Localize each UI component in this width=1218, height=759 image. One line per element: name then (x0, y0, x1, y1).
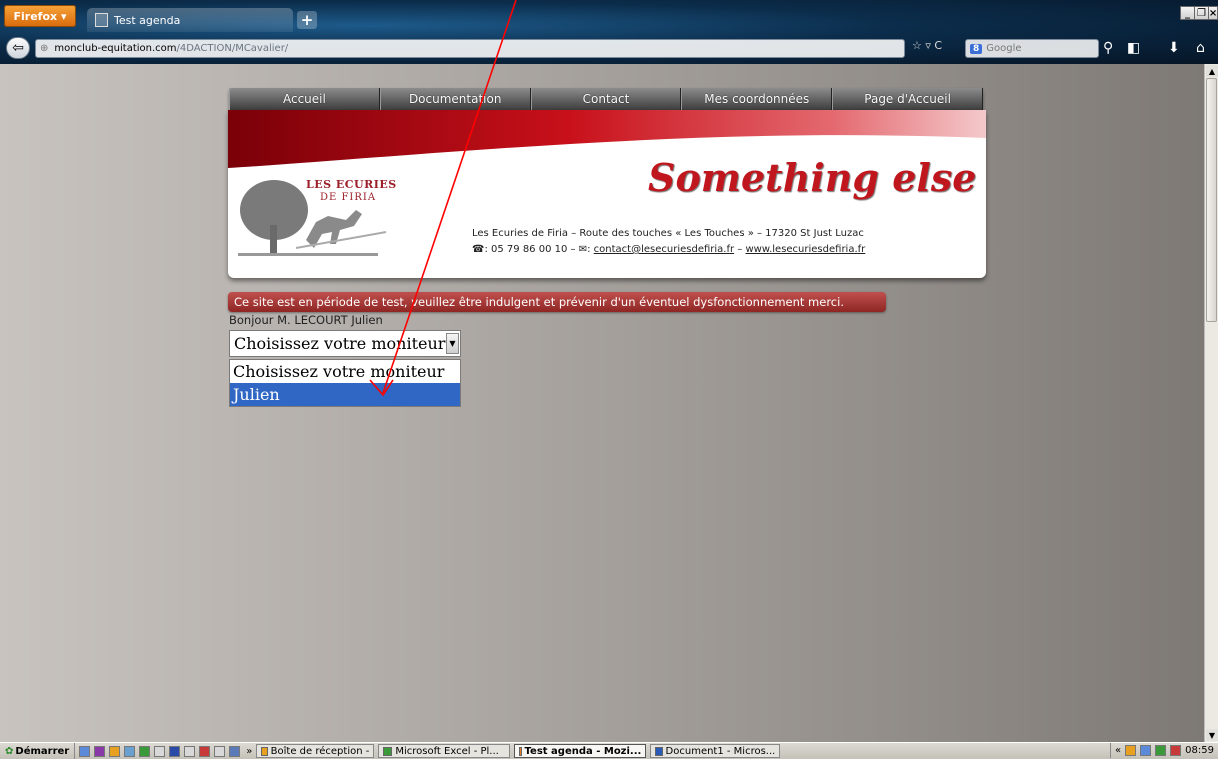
new-tab-button[interactable]: + (297, 11, 317, 29)
windows-logo-icon: ✿ (5, 745, 14, 757)
identity-icon[interactable]: ⊕ (40, 43, 48, 54)
address-line: Les Ecuries de Firia – Route des touches… (472, 228, 864, 239)
slogan: Something else (648, 155, 977, 200)
quicklaunch-app2-icon[interactable] (154, 745, 166, 757)
task-outlook[interactable]: Boîte de réception - (256, 744, 375, 758)
start-button[interactable]: ✿ Démarrer (0, 743, 76, 759)
dropdown-arrow-icon[interactable]: ▼ (446, 333, 459, 354)
quicklaunch-onenote-icon[interactable] (94, 745, 106, 757)
quicklaunch-excel-icon[interactable] (139, 745, 151, 757)
navigation-toolbar: ⇦ ⊕ monclub-equitation.com/4DACTION/MCav… (0, 34, 1218, 62)
download-icon[interactable]: ⬇ (1168, 40, 1180, 56)
nav-item-mes-coordonnees[interactable]: Mes coordonnées (681, 88, 833, 110)
tray-network-icon[interactable] (1140, 745, 1152, 756)
outlook-icon (261, 746, 268, 756)
firefox-icon (519, 746, 522, 756)
start-label: Démarrer (15, 745, 70, 757)
nav-item-contact[interactable]: Contact (530, 88, 682, 110)
url-path: /4DACTION/MCavalier/ (176, 43, 289, 54)
task-word[interactable]: Document1 - Micros... (650, 744, 781, 758)
quicklaunch-ie-icon[interactable] (79, 745, 91, 757)
moniteur-select[interactable]: Choisissez votre moniteur ▼ (229, 330, 461, 357)
mail-icon: ✉ (578, 244, 588, 255)
search-box[interactable]: 8 Google (965, 39, 1099, 58)
excel-icon (383, 746, 393, 756)
email-link[interactable]: contact@lesecuriesdefiria.fr (594, 244, 734, 255)
home-icon[interactable]: ⌂ (1196, 40, 1205, 56)
google-icon: 8 (970, 43, 983, 54)
back-arrow-icon[interactable]: ⇦ (6, 37, 30, 59)
nav-item-documentation[interactable]: Documentation (379, 88, 531, 110)
task-label: Document1 - Micros... (665, 745, 776, 757)
tray-security-icon[interactable] (1170, 745, 1182, 756)
firefox-menu-button[interactable]: Firefox ▾ (4, 5, 76, 27)
browser-chrome: Firefox ▾ Test agenda + _ ❐ × ⇦ ⊕ monclu… (0, 0, 1218, 64)
contact-line: ☎: 05 79 86 00 10 – ✉: contact@lesecurie… (472, 244, 866, 255)
task-excel[interactable]: Microsoft Excel - Pl... (378, 744, 511, 758)
website-link[interactable]: www.lesecuriesdefiria.fr (745, 244, 865, 255)
greeting-text: Bonjour M. LECOURT Julien (229, 313, 383, 327)
url-text: monclub-equitation.com/4DACTION/MCavalie… (54, 43, 288, 54)
moniteur-options-list: Choisissez votre moniteur Julien (229, 359, 461, 407)
quicklaunch-outlook-icon[interactable] (109, 745, 121, 757)
tray-app-icon[interactable] (1125, 745, 1137, 756)
search-magnifier-icon[interactable]: ⚲ (1103, 40, 1113, 56)
taskbar-overflow[interactable]: » (246, 746, 252, 757)
tray-update-icon[interactable] (1155, 745, 1167, 756)
search-placeholder: Google (986, 43, 1022, 54)
task-label: Microsoft Excel - Pl... (395, 745, 499, 757)
task-label: Boîte de réception - (270, 745, 370, 757)
firefox-menu-label: Firefox (13, 9, 58, 23)
quicklaunch-app3-icon[interactable] (169, 745, 181, 757)
quicklaunch-app5-icon[interactable] (199, 745, 211, 757)
logo-title: LES ECURIES (306, 178, 397, 191)
bookmarks-icon[interactable]: ◧ (1127, 40, 1140, 56)
scroll-down-icon[interactable]: ▼ (1206, 729, 1218, 741)
url-domain: monclub-equitation.com (54, 43, 177, 54)
quicklaunch-app4-icon[interactable] (184, 745, 196, 757)
task-firefox[interactable]: Test agenda - Mozi... (514, 744, 647, 758)
select-value: Choisissez votre moniteur (234, 334, 446, 353)
quicklaunch-app-icon[interactable] (124, 745, 136, 757)
logo-subtitle: DE FIRIA (320, 192, 377, 203)
windows-taskbar: ✿ Démarrer » Boîte de réception - Microso… (0, 742, 1218, 759)
phone-icon: ☎ (472, 244, 485, 255)
page-icon (95, 13, 108, 27)
minimize-icon[interactable]: _ (1180, 6, 1195, 20)
scrollbar-thumb[interactable] (1206, 78, 1217, 322)
url-bar[interactable]: ⊕ monclub-equitation.com/4DACTION/MCaval… (35, 39, 905, 58)
vertical-scrollbar[interactable]: ▲ ▼ (1204, 64, 1218, 742)
tray-overflow[interactable]: « (1115, 745, 1121, 756)
separator: – (734, 244, 746, 255)
quicklaunch-mail-icon[interactable] (229, 745, 241, 757)
test-notice-banner: Ce site est en période de test, veuillez… (228, 292, 886, 312)
tab-title: Test agenda (114, 13, 181, 27)
word-icon (655, 746, 663, 756)
site-banner: LES ECURIES DE FIRIA Something else Les … (228, 110, 986, 278)
clock: 08:59 (1185, 745, 1214, 756)
quicklaunch-app6-icon[interactable] (214, 745, 226, 757)
nav-item-accueil[interactable]: Accueil (229, 88, 380, 110)
close-icon[interactable]: × (1208, 6, 1218, 20)
option-julien[interactable]: Julien (230, 383, 460, 406)
site-nav-menu: Accueil Documentation Contact Mes coordo… (229, 88, 983, 110)
phone-number: : 05 79 86 00 10 – (484, 244, 579, 255)
bookmark-star-icon[interactable]: ☆ ▿ C (912, 39, 942, 52)
system-tray: « 08:59 (1110, 743, 1218, 758)
browser-tab[interactable]: Test agenda (87, 8, 293, 32)
scroll-up-icon[interactable]: ▲ (1206, 65, 1218, 77)
nav-item-page-accueil[interactable]: Page d'Accueil (832, 88, 983, 110)
restore-icon[interactable]: ❐ (1194, 6, 1209, 20)
reload-icon[interactable]: C (934, 39, 942, 52)
task-label: Test agenda - Mozi... (524, 745, 642, 757)
option-choisissez[interactable]: Choisissez votre moniteur (230, 360, 460, 383)
